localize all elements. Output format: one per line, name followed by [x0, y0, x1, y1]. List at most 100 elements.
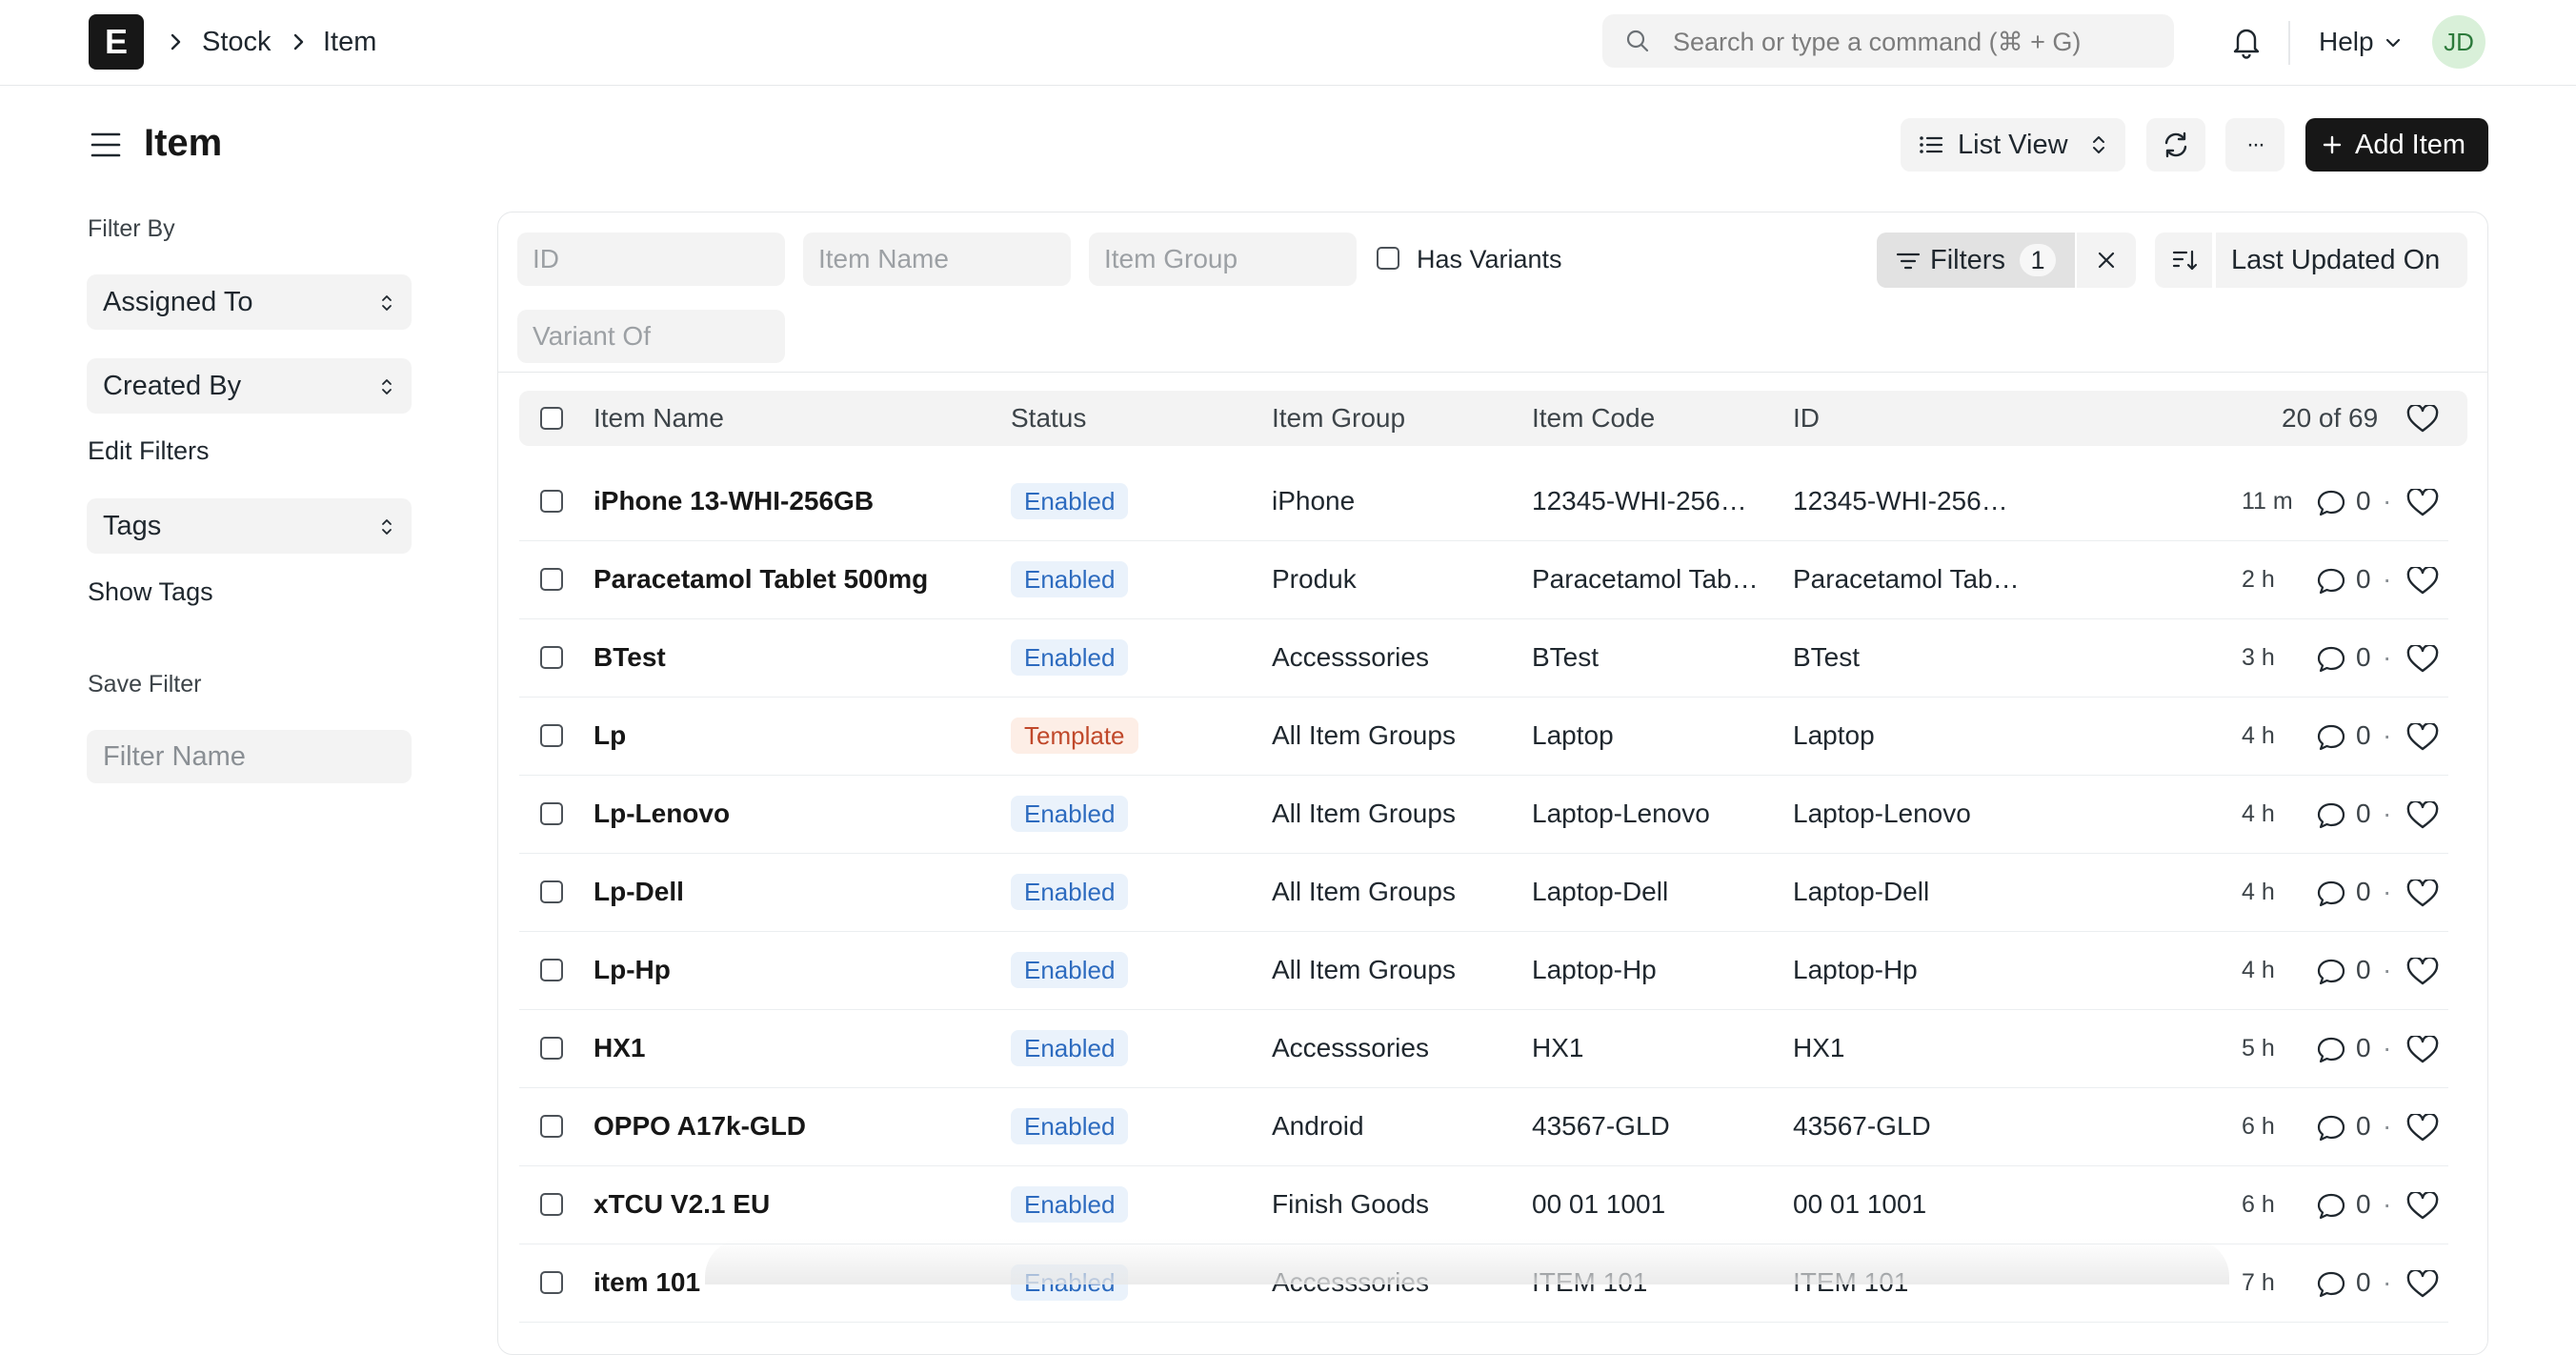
created-by-select[interactable]: Created By: [87, 358, 412, 414]
item-group-filter-input[interactable]: [1089, 233, 1357, 286]
comment-icon[interactable]: [2316, 1270, 2346, 1299]
item-code-cell: Laptop-Hp: [1532, 955, 1657, 984]
heart-icon[interactable]: [2406, 880, 2439, 908]
item-name-link[interactable]: xTCU V2.1 EU: [594, 1166, 994, 1243]
heart-icon[interactable]: [2406, 1192, 2439, 1221]
item-name-link[interactable]: Lp-Hp: [594, 932, 994, 1008]
item-name-link[interactable]: iPhone 13-WHI-256GB: [594, 463, 994, 539]
breadcrumb-item[interactable]: Item: [323, 23, 376, 61]
table-row[interactable]: Lp Template All Item Groups Laptop Laptop 4 h…: [519, 698, 2448, 776]
comment-icon[interactable]: [2316, 1192, 2346, 1221]
id-filter-input[interactable]: [517, 233, 785, 286]
column-header-item-code[interactable]: Item Code: [1532, 401, 1655, 435]
sort-order-button[interactable]: [2155, 233, 2214, 288]
row-checkbox[interactable]: [540, 1193, 563, 1216]
filters-button[interactable]: Filters 1: [1877, 233, 2075, 288]
item-name-link[interactable]: BTest: [594, 619, 994, 696]
item-code-cell: 43567-GLD: [1532, 1111, 1670, 1141]
table-row[interactable]: Paracetamol Tablet 500mg Enabled Produk Par…: [519, 541, 2448, 619]
comment-icon[interactable]: [2316, 489, 2346, 517]
item-group-cell: All Item Groups: [1272, 955, 1456, 984]
filter-by-label: Filter By: [88, 215, 175, 242]
comment-icon[interactable]: [2316, 801, 2346, 830]
heart-icon[interactable]: [2406, 405, 2439, 434]
item-name-link[interactable]: item 101: [594, 1244, 994, 1321]
heart-icon[interactable]: [2406, 645, 2439, 674]
item-name-link[interactable]: HX1: [594, 1010, 994, 1086]
row-checkbox[interactable]: [540, 724, 563, 747]
item-name-link[interactable]: Lp-Lenovo: [594, 776, 994, 852]
help-dropdown[interactable]: Help: [2319, 23, 2401, 61]
separator-dot: ·: [2383, 642, 2392, 672]
table-row[interactable]: Lp-Dell Enabled All Item Groups Laptop-Dell…: [519, 854, 2448, 932]
select-all-checkbox[interactable]: [540, 407, 563, 430]
status-badge: Enabled: [1011, 1186, 1129, 1223]
item-name-link[interactable]: Lp-Dell: [594, 854, 994, 930]
comment-icon[interactable]: [2316, 723, 2346, 752]
sidebar-toggle-icon[interactable]: [90, 130, 122, 160]
heart-icon[interactable]: [2406, 723, 2439, 752]
comment-icon[interactable]: [2316, 645, 2346, 674]
row-checkbox[interactable]: [540, 490, 563, 513]
clear-filters-button[interactable]: [2077, 233, 2136, 288]
item-name-link[interactable]: Paracetamol Tablet 500mg: [594, 541, 994, 617]
heart-icon[interactable]: [2406, 1270, 2439, 1299]
breadcrumb-stock[interactable]: Stock: [202, 23, 272, 61]
assigned-to-select[interactable]: Assigned To: [87, 274, 412, 330]
heart-icon[interactable]: [2406, 1114, 2439, 1143]
table-row[interactable]: Lp-Hp Enabled All Item Groups Laptop-Hp Lapt…: [519, 932, 2448, 1010]
sort-field-select[interactable]: Last Updated On: [2216, 233, 2467, 288]
heart-icon[interactable]: [2406, 567, 2439, 596]
column-header-item-name[interactable]: Item Name: [594, 401, 724, 435]
show-tags-link[interactable]: Show Tags: [88, 576, 213, 608]
row-checkbox[interactable]: [540, 1271, 563, 1294]
table-row[interactable]: Lp-Lenovo Enabled All Item Groups Laptop-Le…: [519, 776, 2448, 854]
table-row[interactable]: iPhone 13-WHI-256GB Enabled iPhone 12345-WH…: [519, 463, 2448, 541]
column-header-id[interactable]: ID: [1793, 401, 1820, 435]
refresh-button[interactable]: [2146, 118, 2205, 172]
row-checkbox[interactable]: [540, 1037, 563, 1060]
item-name-link[interactable]: Lp: [594, 698, 994, 774]
table-row[interactable]: xTCU V2.1 EU Enabled Finish Goods 00 01 100…: [519, 1166, 2448, 1244]
list-view-button[interactable]: List View: [1901, 118, 2125, 172]
more-actions-button[interactable]: ···: [2225, 118, 2284, 172]
tags-select[interactable]: Tags: [87, 498, 412, 554]
app-logo[interactable]: E: [89, 14, 144, 70]
filters-label: Filters: [1930, 245, 2005, 275]
item-name-link[interactable]: OPPO A17k-GLD: [594, 1088, 994, 1164]
user-avatar[interactable]: JD: [2432, 15, 2485, 69]
table-row[interactable]: item 101 Enabled Accesssories ITEM 101 ITEM …: [519, 1244, 2448, 1323]
row-checkbox[interactable]: [540, 959, 563, 981]
heart-icon[interactable]: [2406, 958, 2439, 986]
column-header-item-group[interactable]: Item Group: [1272, 401, 1405, 435]
item-group-cell: Accesssories: [1272, 1267, 1429, 1297]
comment-icon[interactable]: [2316, 958, 2346, 986]
has-variants-checkbox[interactable]: [1377, 247, 1399, 270]
comment-icon[interactable]: [2316, 567, 2346, 596]
variant-of-filter-input[interactable]: [517, 310, 785, 363]
heart-icon[interactable]: [2406, 801, 2439, 830]
id-cell: 00 01 1001: [1793, 1189, 1927, 1219]
row-checkbox[interactable]: [540, 568, 563, 591]
filter-name-input[interactable]: [87, 730, 412, 783]
item-name-filter-input[interactable]: [803, 233, 1071, 286]
table-row[interactable]: OPPO A17k-GLD Enabled Android 43567-GLD 4356…: [519, 1088, 2448, 1166]
add-item-button[interactable]: Add Item: [2305, 118, 2488, 172]
comment-icon[interactable]: [2316, 1114, 2346, 1143]
separator-dot: ·: [2383, 877, 2392, 906]
heart-icon[interactable]: [2406, 1036, 2439, 1064]
row-checkbox[interactable]: [540, 1115, 563, 1138]
comment-icon[interactable]: [2316, 880, 2346, 908]
comment-icon[interactable]: [2316, 1036, 2346, 1064]
edit-filters-link[interactable]: Edit Filters: [88, 435, 210, 467]
row-checkbox[interactable]: [540, 880, 563, 903]
row-checkbox[interactable]: [540, 802, 563, 825]
heart-icon[interactable]: [2406, 489, 2439, 517]
table-row[interactable]: HX1 Enabled Accesssories HX1 HX1 5 h 0 ·: [519, 1010, 2448, 1088]
separator-dot: ·: [2383, 1111, 2392, 1141]
table-row[interactable]: BTest Enabled Accesssories BTest BTest 3 h 0 ·: [519, 619, 2448, 698]
bell-icon[interactable]: [2229, 23, 2264, 59]
search-input[interactable]: [1671, 14, 2161, 70]
row-checkbox[interactable]: [540, 646, 563, 669]
column-header-status[interactable]: Status: [1011, 401, 1086, 435]
